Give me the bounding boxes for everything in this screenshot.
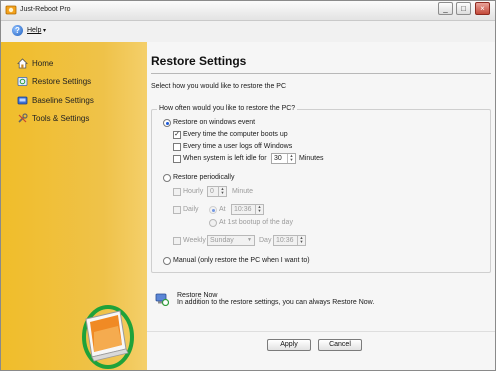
app-icon (5, 5, 17, 15)
restore-now-description: In addition to the restore settings, you… (177, 299, 375, 306)
app-window: Just-Reboot Pro _ □ × ? Help ▾ Home Rest… (0, 0, 496, 371)
main-panel: Restore Settings Select how you would li… (147, 42, 495, 370)
title-divider (151, 73, 491, 74)
weekly-day-select[interactable]: Sunday ▼ (207, 235, 255, 246)
chevron-down-icon[interactable]: ▼ (247, 236, 252, 245)
daily-first-boot-radio[interactable] (209, 219, 217, 227)
page-subtitle: Select how you would like to restore the… (151, 83, 287, 90)
help-circle-icon: ? (12, 25, 23, 36)
manual-label[interactable]: Manual (only restore the PC when I want … (173, 257, 310, 264)
restore-on-event-label[interactable]: Restore on windows event (173, 119, 255, 126)
restore-on-event-radio[interactable] (163, 119, 171, 127)
daily-time-value: 10:36 (234, 206, 252, 213)
sidebar-item-label: Baseline Settings (32, 96, 94, 105)
daily-label[interactable]: Daily (183, 206, 199, 213)
logoff-label[interactable]: Every time a user logs off Windows (183, 143, 292, 150)
restore-now-icon[interactable] (155, 292, 169, 306)
apply-button[interactable]: Apply (267, 339, 311, 351)
stepper-arrows-icon[interactable]: ▲ ▼ (255, 205, 263, 214)
idle-minutes-stepper[interactable]: 30 ▲ ▼ (271, 153, 296, 164)
hourly-minute-stepper[interactable]: 0 ▲ ▼ (207, 186, 227, 197)
restore-periodically-label[interactable]: Restore periodically (173, 174, 234, 181)
daily-time-stepper[interactable]: 10:36 ▲ ▼ (231, 204, 264, 215)
logoff-checkbox[interactable] (173, 143, 181, 151)
stepper-arrows-icon[interactable]: ▲ ▼ (297, 236, 305, 245)
boot-label[interactable]: Every time the computer boots up (183, 131, 288, 138)
hourly-minute-value: 0 (210, 188, 214, 195)
tools-icon (18, 113, 28, 123)
daily-checkbox[interactable] (173, 206, 181, 214)
group-label: How often would you like to restore the … (157, 105, 298, 112)
baseline-icon (17, 96, 28, 105)
weekly-day-label: Day (259, 237, 272, 244)
weekly-day-value: Sunday (210, 237, 234, 244)
idle-checkbox[interactable] (173, 155, 181, 163)
weekly-checkbox[interactable] (173, 237, 181, 245)
close-button[interactable]: × (475, 2, 490, 15)
weekly-time-value: 10:36 (276, 237, 294, 244)
menu-bar: ? Help ▾ (1, 21, 495, 43)
weekly-label[interactable]: Weekly (183, 237, 206, 244)
weekly-time-stepper[interactable]: 10:36 ▲ ▼ (273, 235, 306, 246)
restore-icon (17, 77, 28, 86)
manual-radio[interactable] (163, 257, 171, 265)
hourly-unit-label: Minute (232, 188, 254, 195)
idle-minutes-value: 30 (274, 155, 282, 162)
cancel-button[interactable]: Cancel (318, 339, 362, 351)
daily-at-radio[interactable] (209, 206, 217, 214)
maximize-button[interactable]: □ (456, 2, 471, 15)
hourly-checkbox[interactable] (173, 188, 181, 196)
sidebar-item-label: Restore Settings (32, 77, 92, 86)
app-logo (82, 305, 134, 369)
idle-label[interactable]: When system is left idle for (183, 155, 267, 162)
title-bar: Just-Reboot Pro _ □ × (1, 1, 495, 21)
sidebar: Home Restore Settings Baseline Settings … (1, 42, 147, 370)
daily-first-boot-label[interactable]: At 1st bootup of the day (219, 219, 293, 226)
sidebar-item-restore-settings[interactable]: Restore Settings (17, 75, 142, 89)
chevron-down-icon[interactable]: ▾ (43, 27, 46, 34)
sidebar-item-label: Home (32, 59, 54, 68)
hourly-label[interactable]: Hourly (183, 188, 203, 195)
stepper-arrows-icon[interactable]: ▲ ▼ (287, 154, 295, 163)
window-title: Just-Reboot Pro (20, 6, 71, 13)
page-title: Restore Settings (151, 54, 247, 68)
restore-periodically-radio[interactable] (163, 174, 171, 182)
minimize-button[interactable]: _ (438, 2, 453, 15)
button-divider (147, 331, 495, 332)
stepper-arrows-icon[interactable]: ▲ ▼ (218, 187, 226, 196)
idle-unit-label: Minutes (299, 155, 324, 162)
help-menu[interactable]: Help (27, 27, 41, 34)
sidebar-item-home[interactable]: Home (17, 57, 142, 71)
boot-checkbox[interactable]: ✓ (173, 131, 181, 139)
restore-now-link[interactable]: Restore Now (177, 292, 217, 299)
sidebar-item-baseline-settings[interactable]: Baseline Settings (17, 94, 142, 108)
sidebar-item-tools-settings[interactable]: Tools & Settings (17, 112, 142, 126)
daily-at-label[interactable]: At (219, 206, 226, 213)
sidebar-item-label: Tools & Settings (32, 114, 90, 123)
home-icon (17, 58, 28, 69)
